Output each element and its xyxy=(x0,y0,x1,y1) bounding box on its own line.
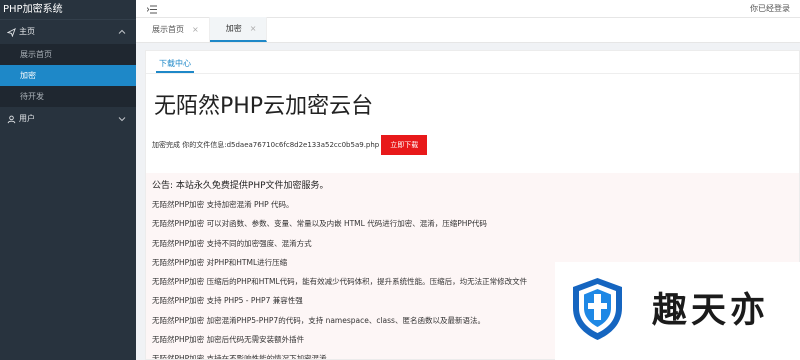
result-row: 加密完成 你的文件信息:d5daea76710c6fc8d2e133a52cc0… xyxy=(146,134,799,156)
app-title: PHP加密系统 xyxy=(0,0,136,20)
announcement-title: 公告: 本站永久免费提供PHP文件加密服务。 xyxy=(152,181,329,191)
sidebar-group-home[interactable]: 主页 xyxy=(0,20,136,44)
watermark: 趣天亦 xyxy=(555,262,800,360)
tab-encrypt[interactable]: 加密 × xyxy=(209,16,268,42)
announcement-line: 无陌然PHP加密 支持加密混淆 PHP 代码。 xyxy=(152,200,294,209)
sidebar: PHP加密系统 主页 展示首页 加密 待开发 用户 xyxy=(0,0,136,360)
user-status[interactable]: 你已经登录 xyxy=(750,0,790,18)
sidebar-group-user[interactable]: 用户 xyxy=(0,107,136,131)
tab-label: 展示首页 xyxy=(152,25,184,34)
chevron-up-icon xyxy=(118,20,126,44)
sidebar-group-label: 主页 xyxy=(19,27,35,36)
sidebar-item-pending[interactable]: 待开发 xyxy=(0,86,136,107)
tab-label: 加密 xyxy=(225,24,242,33)
file-info-text: 加密完成 你的文件信息:d5daea76710c6fc8d2e133a52cc0… xyxy=(152,141,380,149)
page-tabs: 展示首页 × 加密 × xyxy=(136,16,800,43)
chevron-down-icon xyxy=(118,107,126,131)
app-root: PHP加密系统 主页 展示首页 加密 待开发 用户 你已经登录 展示首页 × 加… xyxy=(0,0,800,360)
watermark-text: 趣天亦 xyxy=(652,291,770,331)
tab-download-center[interactable]: 下载中心 xyxy=(156,55,194,73)
sidebar-group-label: 用户 xyxy=(19,114,35,123)
user-icon xyxy=(6,114,16,124)
shield-logo-icon xyxy=(573,278,622,340)
sidebar-submenu-home: 展示首页 加密 待开发 xyxy=(0,44,136,107)
paper-plane-icon xyxy=(6,27,16,37)
tab-showcase[interactable]: 展示首页 × xyxy=(136,17,210,42)
download-button[interactable]: 立即下载 xyxy=(381,135,428,155)
close-icon[interactable]: × xyxy=(250,16,257,41)
sidebar-item-encrypt[interactable]: 加密 xyxy=(0,65,136,86)
announcement-line: 无陌然PHP加密 支持不同的加密强度、混淆方式 xyxy=(152,238,312,248)
announcement-line: 无陌然PHP加密 可以对函数、参数、变量、常量以及内嵌 HTML 代码进行加密、… xyxy=(152,219,487,229)
page-title: 无陌然PHP云加密云台 xyxy=(154,94,374,119)
divider xyxy=(146,73,799,74)
close-icon[interactable]: × xyxy=(192,17,199,42)
sidebar-item-showcase[interactable]: 展示首页 xyxy=(0,44,136,65)
menu-toggle-icon[interactable] xyxy=(146,3,158,15)
